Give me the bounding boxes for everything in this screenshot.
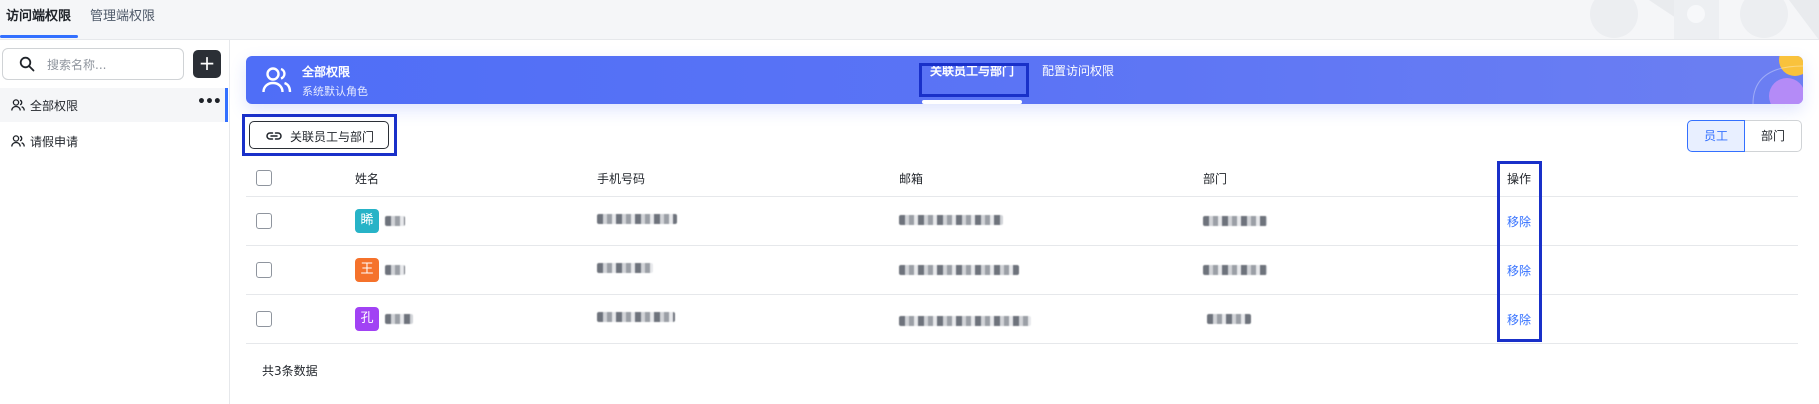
department-redacted — [1203, 216, 1267, 226]
segment-departments[interactable]: 部门 — [1745, 120, 1802, 152]
search-icon — [19, 56, 35, 72]
avatar: 孔 — [355, 307, 379, 331]
select-all-checkbox[interactable] — [256, 170, 272, 186]
tab-configure-access[interactable]: 配置访问权限 — [1042, 56, 1114, 104]
total-count: 共3条数据 — [262, 364, 318, 378]
table-row: 王 移除 — [246, 246, 1798, 295]
row-checkbox[interactable] — [256, 262, 272, 278]
row-checkbox[interactable] — [256, 213, 272, 229]
avatar: 睎 — [355, 209, 379, 233]
sidebar-item-label: 请假申请 — [30, 135, 79, 149]
tab-admin-permission[interactable]: 管理端权限 — [90, 0, 155, 38]
phone-redacted — [597, 312, 675, 322]
header-phone: 手机号码 — [597, 172, 646, 186]
header-email: 邮箱 — [899, 172, 924, 186]
sidebar-item-leave-request[interactable]: 请假申请 — [0, 124, 228, 158]
role-title: 全部权限 — [302, 65, 351, 79]
search-input[interactable] — [47, 55, 177, 75]
avatar: 王 — [355, 258, 379, 282]
active-tab-indicator — [922, 100, 1022, 104]
department-redacted — [1207, 314, 1251, 324]
top-tab-bar: 访问端权限 管理端权限 — [0, 0, 1819, 40]
phone-redacted — [597, 263, 653, 273]
role-subtitle: 系统默认角色 — [302, 85, 368, 98]
sidebar-item-label: 全部权限 — [30, 99, 79, 113]
more-options-icon[interactable]: ••• — [197, 94, 222, 110]
tab-visitor-permission[interactable]: 访问端权限 — [6, 0, 71, 38]
add-role-button[interactable]: + — [193, 50, 221, 78]
active-tab-indicator — [0, 35, 78, 38]
highlight-box — [1497, 161, 1542, 342]
name-redacted — [385, 216, 405, 226]
email-redacted — [899, 316, 1031, 326]
name-redacted — [385, 265, 405, 275]
phone-redacted — [597, 214, 677, 224]
header-name: 姓名 — [355, 172, 380, 186]
users-icon — [11, 135, 25, 147]
sidebar-item-all-permissions[interactable]: 全部权限 ••• — [0, 88, 228, 122]
banner-decoration — [1752, 56, 1803, 104]
email-redacted — [899, 265, 1019, 275]
name-redacted — [385, 314, 413, 324]
email-redacted — [899, 215, 1003, 225]
table-row: 睎 移除 — [246, 197, 1798, 246]
table-row: 孔 移除 — [246, 295, 1798, 344]
decorative-pattern — [1590, 0, 1819, 39]
department-redacted — [1203, 265, 1267, 275]
table-header: 姓名 手机号码 邮箱 部门 操作 — [246, 160, 1798, 197]
sidebar: + 全部权限 ••• 请假申请 — [0, 40, 230, 404]
plus-icon: + — [198, 51, 216, 75]
active-indicator — [225, 88, 228, 122]
users-icon — [11, 99, 25, 111]
header-department: 部门 — [1203, 172, 1228, 186]
highlight-box — [242, 114, 397, 156]
row-checkbox[interactable] — [256, 311, 272, 327]
search-box[interactable] — [2, 48, 184, 80]
highlight-box — [919, 63, 1029, 97]
segment-employees[interactable]: 员工 — [1687, 120, 1745, 152]
users-icon — [262, 67, 292, 93]
